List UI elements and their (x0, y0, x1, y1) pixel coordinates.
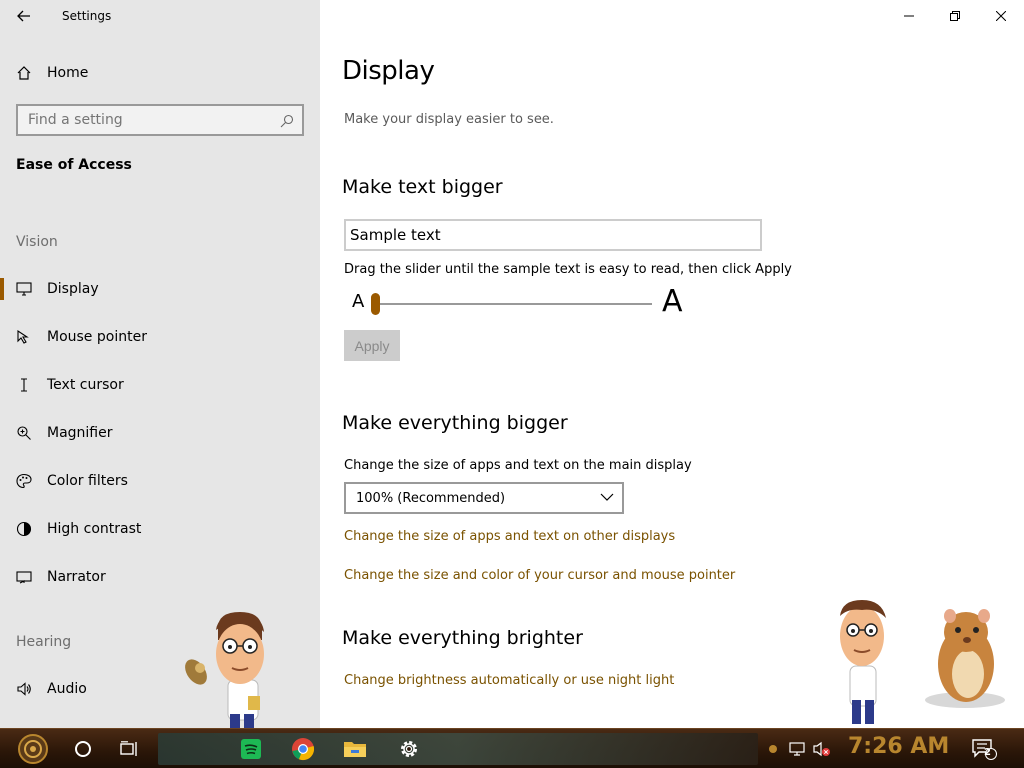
slider-large-label: A (662, 284, 683, 319)
main-content: Display Make your display easier to see.… (320, 0, 1024, 728)
heading-everything-bigger: Make everything bigger (342, 412, 568, 434)
link-cursor-pointer[interactable]: Change the size and color of your cursor… (344, 568, 735, 583)
minimize-button[interactable] (886, 0, 932, 32)
sidebar-item-audio[interactable]: Audio (0, 671, 320, 707)
sample-text-preview: Sample text (344, 219, 762, 251)
sidebar-item-label: Mouse pointer (47, 329, 147, 345)
apply-button[interactable]: Apply (344, 330, 400, 361)
start-icon (18, 734, 48, 764)
sidebar-item-label: Narrator (47, 569, 106, 585)
settings-sidebar: Settings Home Ease of Access Vision Disp… (0, 0, 320, 728)
chevron-down-icon (600, 493, 614, 501)
volume-muted-icon (813, 741, 830, 757)
network-tray-button[interactable] (786, 733, 808, 765)
sidebar-item-label: Text cursor (47, 377, 124, 393)
file-explorer-taskbar-button[interactable] (334, 733, 376, 765)
taskbar-clock[interactable]: 7:26 AM (848, 734, 949, 759)
section-title: Ease of Access (16, 157, 132, 173)
cartoon-character-right (832, 600, 892, 728)
scale-dropdown-value: 100% (Recommended) (356, 490, 506, 506)
search-icon[interactable] (280, 113, 294, 128)
page-title: Display (342, 56, 435, 86)
scale-instruction: Change the size of apps and text on the … (344, 458, 692, 473)
title-bar: Settings (0, 0, 320, 32)
spotify-icon (241, 739, 261, 759)
back-button[interactable] (8, 2, 40, 30)
link-brightness[interactable]: Change brightness automatically or use n… (344, 673, 674, 688)
scale-dropdown[interactable]: 100% (Recommended) (344, 482, 624, 514)
heading-text-bigger: Make text bigger (342, 176, 503, 198)
link-other-displays[interactable]: Change the size of apps and text on othe… (344, 529, 675, 544)
chrome-taskbar-button[interactable] (282, 733, 324, 765)
cartoon-character-left (178, 610, 268, 728)
cortana-icon (75, 741, 91, 757)
sidebar-item-magnifier[interactable]: Magnifier (0, 415, 320, 451)
text-cursor-icon (16, 377, 32, 393)
close-button[interactable] (978, 0, 1024, 32)
mouse-pointer-icon (16, 329, 32, 345)
color-filters-icon (16, 473, 32, 489)
file-explorer-icon (344, 742, 366, 757)
sidebar-item-display[interactable]: Display (0, 271, 320, 307)
search-box[interactable] (16, 104, 304, 136)
gear-ornament-icon (769, 745, 777, 753)
task-view-button[interactable] (108, 733, 150, 765)
hamster-animation (920, 604, 1010, 710)
sidebar-item-mouse-pointer[interactable]: Mouse pointer (0, 319, 320, 355)
slider-thumb[interactable] (371, 293, 380, 315)
magnifier-icon (16, 425, 32, 441)
action-center-button[interactable]: 2 (966, 733, 1002, 765)
volume-tray-button[interactable] (810, 733, 834, 765)
close-icon (996, 11, 1006, 21)
spotify-taskbar-button[interactable] (230, 733, 272, 765)
slider-track[interactable] (376, 303, 652, 305)
audio-icon (16, 681, 32, 697)
sidebar-item-label: Color filters (47, 473, 128, 489)
sidebar-item-text-cursor[interactable]: Text cursor (0, 367, 320, 403)
search-input[interactable] (18, 112, 268, 128)
heading-everything-brighter: Make everything brighter (342, 627, 583, 649)
sidebar-item-high-contrast[interactable]: High contrast (0, 511, 320, 547)
cortana-button[interactable] (62, 733, 104, 765)
slider-small-label: A (352, 291, 365, 312)
home-icon (16, 65, 32, 81)
sidebar-item-label: High contrast (47, 521, 142, 537)
minimize-icon (904, 15, 914, 17)
narrator-icon (16, 569, 32, 585)
settings-taskbar-button[interactable] (388, 733, 430, 765)
notification-count-badge: 2 (984, 747, 991, 758)
text-size-slider[interactable]: A A (344, 284, 694, 320)
page-subtitle: Make your display easier to see. (344, 112, 554, 127)
start-button[interactable] (10, 733, 56, 765)
taskbar: 7:26 AM 2 (0, 728, 1024, 768)
window-controls (886, 0, 1024, 32)
back-arrow-icon (17, 10, 30, 22)
sidebar-item-narrator[interactable]: Narrator (0, 559, 320, 595)
chrome-icon (292, 738, 315, 761)
text-size-instruction: Drag the slider until the sample text is… (344, 262, 792, 277)
sidebar-item-label: Display (47, 281, 99, 297)
sidebar-item-color-filters[interactable]: Color filters (0, 463, 320, 499)
sidebar-item-label: Audio (47, 681, 87, 697)
tray-overflow-button[interactable] (766, 733, 780, 765)
settings-icon (401, 741, 417, 757)
task-view-icon (120, 741, 137, 756)
high-contrast-icon (16, 521, 32, 537)
sidebar-item-label: Magnifier (47, 425, 113, 441)
nav-home[interactable]: Home (0, 56, 320, 90)
network-icon (789, 742, 805, 756)
monitor-icon (16, 281, 32, 297)
restore-button[interactable] (932, 0, 978, 32)
app-title: Settings (62, 9, 112, 23)
group-label-vision: Vision (16, 234, 58, 250)
nav-home-label: Home (47, 65, 89, 81)
group-label-hearing: Hearing (16, 634, 72, 650)
restore-icon (950, 11, 960, 21)
